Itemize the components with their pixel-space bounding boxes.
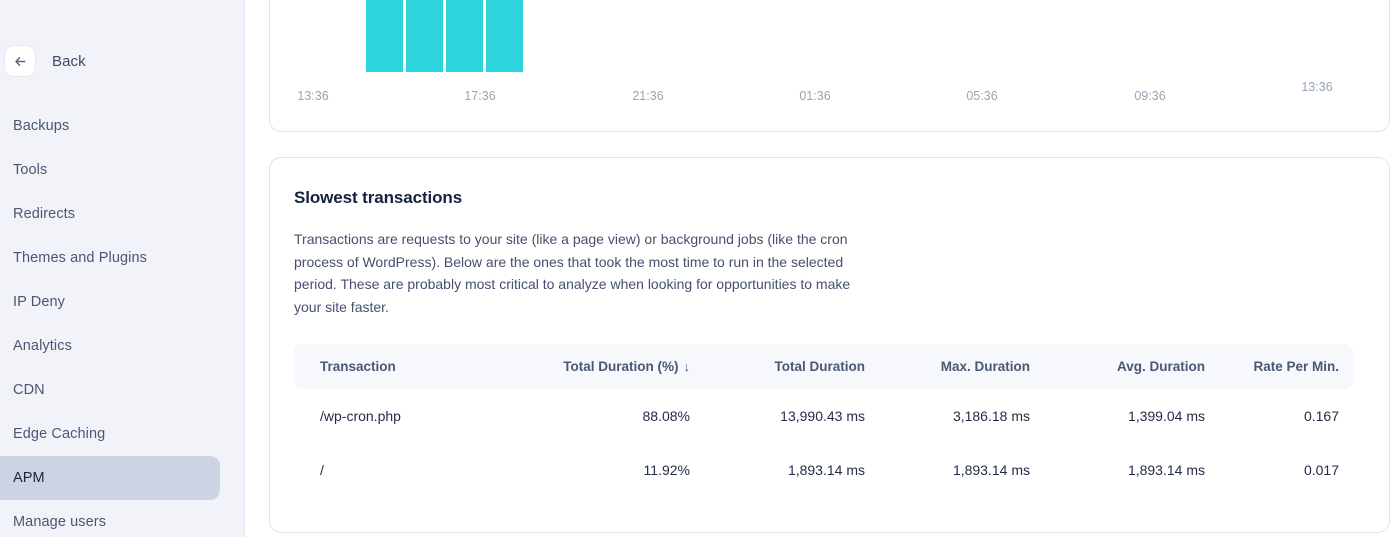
- arrow-left-icon: [13, 54, 28, 69]
- sidebar-nav: Backups Tools Redirects Themes and Plugi…: [0, 104, 244, 537]
- table-body: /wp-cron.php 88.08% 13,990.43 ms 3,186.1…: [294, 389, 1353, 497]
- sidebar-item-label: CDN: [13, 382, 45, 398]
- cell-avg-duration: 1,399.04 ms: [1127, 408, 1205, 424]
- table-header: Transaction Total Duration (%) ↓ Total Du…: [294, 344, 1353, 389]
- back-navigation[interactable]: Back: [4, 45, 86, 77]
- column-header-total-duration-pct[interactable]: Total Duration (%) ↓: [544, 344, 704, 389]
- table-header-row: Transaction Total Duration (%) ↓ Total Du…: [294, 344, 1353, 389]
- slowest-transactions-card: Slowest transactions Transactions are re…: [269, 157, 1390, 533]
- chart-bar-segment-transactions: [406, 0, 443, 72]
- column-header-label: Avg. Duration: [1116, 359, 1205, 374]
- section-description: Transactions are requests to your site (…: [294, 231, 851, 315]
- sort-descending-icon: ↓: [683, 359, 691, 374]
- column-header-label: Transaction: [320, 359, 396, 374]
- sidebar-item-backups[interactable]: Backups: [0, 104, 220, 148]
- sidebar-item-edge-caching[interactable]: Edge Caching: [0, 412, 220, 456]
- sidebar-item-themes-and-plugins[interactable]: Themes and Plugins: [0, 236, 220, 280]
- cell-total-duration: 13,990.43 ms: [780, 408, 865, 424]
- cell-avg-duration: 1,893.14 ms: [1127, 462, 1205, 478]
- cell-transaction: /wp-cron.php: [320, 408, 401, 424]
- x-axis-tick-label: 01:36: [799, 89, 831, 103]
- sidebar: Back Backups Tools Redirects Themes and …: [0, 0, 245, 537]
- back-button[interactable]: [4, 45, 36, 77]
- chart-bars: [366, 0, 523, 72]
- cell-max-duration: 1,893.14 ms: [952, 462, 1030, 478]
- table-row[interactable]: / 11.92% 1,893.14 ms 1,893.14 ms 1,893.1…: [294, 443, 1353, 497]
- transactions-table: Transaction Total Duration (%) ↓ Total Du…: [294, 344, 1353, 497]
- apm-page: Back Backups Tools Redirects Themes and …: [0, 0, 1400, 537]
- sidebar-item-label: Themes and Plugins: [13, 250, 147, 266]
- x-axis-tick-label: 21:36: [632, 89, 664, 103]
- x-axis-tick-label: 13:36: [1301, 80, 1333, 94]
- x-axis-tick-label: 05:36: [966, 89, 998, 103]
- chart-bar[interactable]: [486, 0, 523, 72]
- chart-bar[interactable]: [446, 0, 483, 72]
- column-header-label: Rate Per Min.: [1253, 359, 1339, 374]
- cell-max-duration: 3,186.18 ms: [952, 408, 1030, 424]
- column-header-label: Total Duration (%): [563, 359, 679, 374]
- sidebar-item-apm[interactable]: APM: [0, 456, 220, 500]
- chart-bar-segment-transactions: [446, 0, 483, 72]
- sidebar-item-ip-deny[interactable]: IP Deny: [0, 280, 220, 324]
- column-header-label: Total Duration: [774, 359, 866, 374]
- x-axis-tick-label: 17:36: [464, 89, 496, 103]
- sidebar-item-label: Redirects: [13, 206, 76, 222]
- x-axis-tick-label: 13:36: [297, 89, 329, 103]
- chart-bar[interactable]: [406, 0, 443, 72]
- chart-x-axis: 13:36 17:36 21:36 01:36 05:36 09:36 13:36: [270, 80, 1391, 105]
- back-label: Back: [52, 52, 86, 70]
- column-header-rate-per-min[interactable]: Rate Per Min.: [1219, 344, 1353, 389]
- column-header-avg-duration[interactable]: Avg. Duration: [1044, 344, 1219, 389]
- table-row[interactable]: /wp-cron.php 88.08% 13,990.43 ms 3,186.1…: [294, 389, 1353, 443]
- column-header-label: Max. Duration: [940, 359, 1030, 374]
- sidebar-item-tools[interactable]: Tools: [0, 148, 220, 192]
- sidebar-item-label: Analytics: [13, 338, 72, 354]
- cell-total-duration-pct: 88.08%: [642, 408, 690, 424]
- sidebar-item-manage-users[interactable]: Manage users: [0, 500, 220, 537]
- column-header-transaction[interactable]: Transaction: [294, 344, 544, 389]
- sidebar-item-label: APM: [13, 470, 45, 486]
- cell-transaction: /: [320, 462, 324, 478]
- cell-total-duration: 1,893.14 ms: [787, 462, 865, 478]
- sidebar-item-redirects[interactable]: Redirects: [0, 192, 220, 236]
- sidebar-item-label: IP Deny: [13, 294, 66, 310]
- transactions-chart-card: 13:36 17:36 21:36 01:36 05:36 09:36 13:36: [269, 0, 1390, 132]
- section-title: Slowest transactions: [294, 188, 463, 207]
- column-header-total-duration[interactable]: Total Duration: [704, 344, 879, 389]
- cell-total-duration-pct: 11.92%: [643, 462, 690, 478]
- chart-bar-segment-transactions: [366, 0, 403, 72]
- chart-bar-segment-transactions: [486, 0, 523, 72]
- transactions-bar-chart: 13:36 17:36 21:36 01:36 05:36 09:36 13:36: [270, 0, 1391, 133]
- chart-bar[interactable]: [366, 0, 403, 72]
- cell-rate-per-min: 0.167: [1303, 408, 1339, 424]
- cell-rate-per-min: 0.017: [1303, 462, 1339, 478]
- sidebar-item-label: Backups: [13, 118, 70, 134]
- sidebar-item-analytics[interactable]: Analytics: [0, 324, 220, 368]
- main-content: 13:36 17:36 21:36 01:36 05:36 09:36 13:36 Slow…: [245, 0, 1400, 537]
- sidebar-item-label: Edge Caching: [13, 426, 106, 442]
- sidebar-item-label: Manage users: [13, 514, 107, 530]
- x-axis-tick-label: 09:36: [1134, 89, 1166, 103]
- column-header-max-duration[interactable]: Max. Duration: [879, 344, 1044, 389]
- sidebar-item-cdn[interactable]: CDN: [0, 368, 220, 412]
- sidebar-item-label: Tools: [13, 162, 48, 178]
